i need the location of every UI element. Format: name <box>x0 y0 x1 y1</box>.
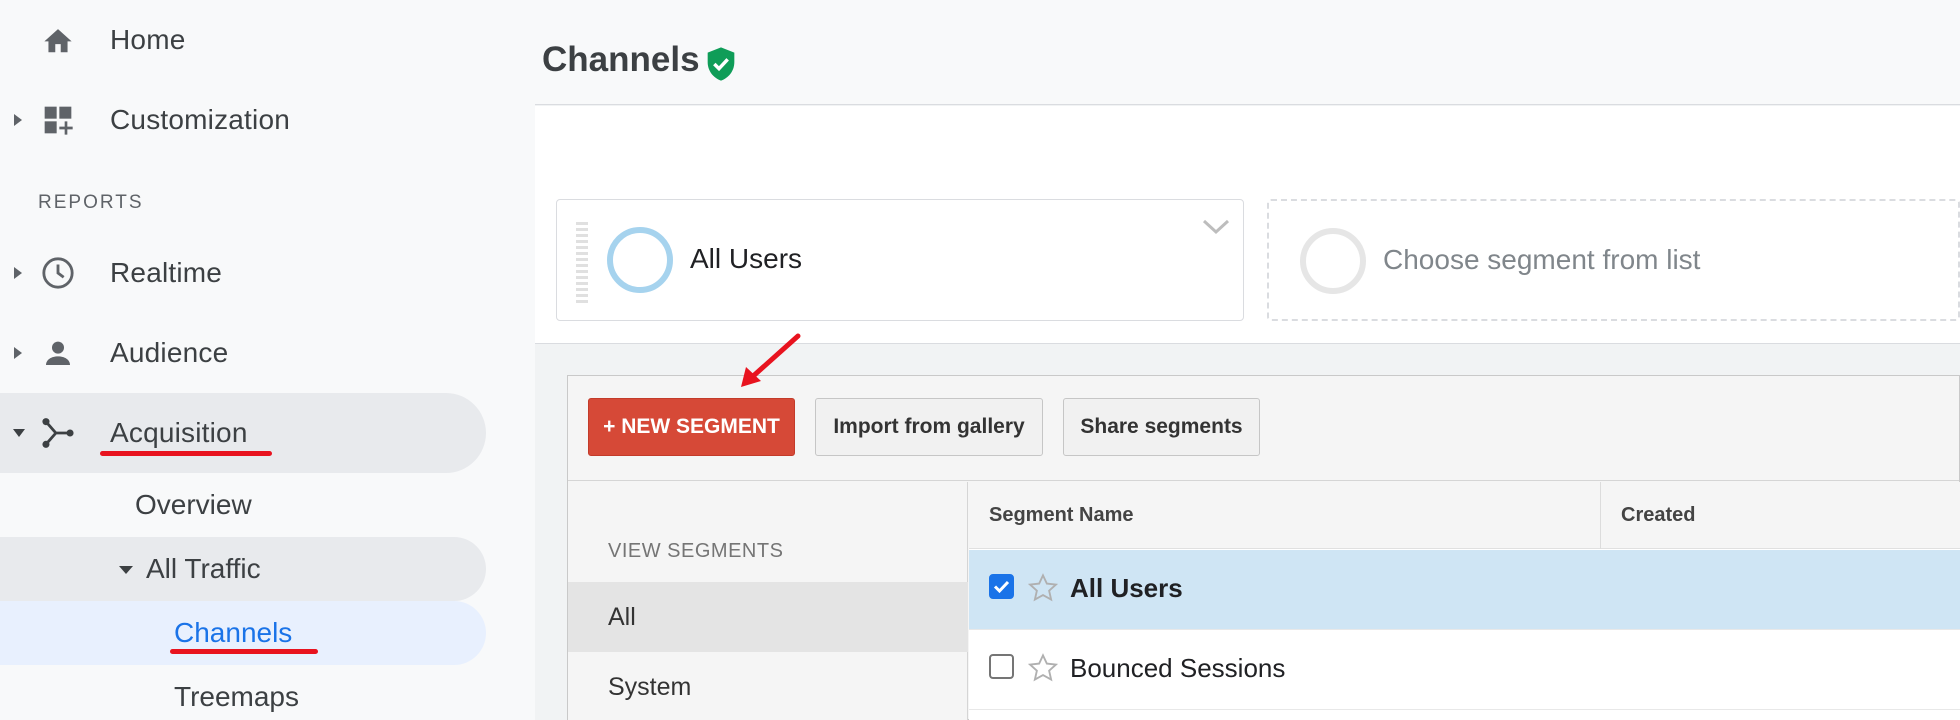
sidebar-item-label: Acquisition <box>110 417 248 448</box>
caret-right-icon <box>12 113 24 127</box>
star-icon[interactable] <box>1027 572 1059 604</box>
red-underline-annotation <box>170 649 318 654</box>
sidebar-item-label: Audience <box>110 337 229 368</box>
star-icon[interactable] <box>1027 652 1059 684</box>
segment-picker-panel: + NEW SEGMENT Import from gallery Share … <box>567 375 1960 720</box>
sidebar-item-label: Customization <box>110 104 291 135</box>
view-segments-list: VIEW SEGMENTS All System <box>568 482 968 720</box>
left-sidebar: Home Customization REPORTS Realtime Audi… <box>0 0 535 720</box>
view-segments-title: VIEW SEGMENTS <box>608 540 784 562</box>
dashboard-add-icon <box>38 100 78 140</box>
sidebar-item-realtime[interactable]: Realtime <box>0 233 486 313</box>
sidebar-item-treemaps[interactable]: Treemaps <box>174 665 299 720</box>
red-underline-annotation <box>100 451 272 456</box>
home-icon <box>38 20 78 60</box>
clock-icon <box>38 253 78 293</box>
drag-handle[interactable] <box>576 222 588 304</box>
row-checkbox[interactable] <box>989 654 1014 679</box>
column-divider <box>1600 482 1601 549</box>
caret-down-icon <box>118 563 134 581</box>
chevron-down-icon[interactable] <box>1201 216 1231 238</box>
table-header: Segment Name Created <box>969 482 1960 549</box>
segment-circle-icon <box>607 227 673 293</box>
sidebar-item-label: Home <box>110 24 186 55</box>
segment-card-all-users[interactable]: All Users <box>556 199 1244 321</box>
row-checkbox[interactable] <box>989 574 1014 599</box>
sidebar-item-all-traffic[interactable]: All Traffic <box>0 537 486 601</box>
import-from-gallery-button[interactable]: Import from gallery <box>815 398 1043 456</box>
segment-bar: All Users Choose segment from list <box>535 106 1960 344</box>
sidebar-item-label: Channels <box>174 617 293 648</box>
sidebar-item-label: Realtime <box>110 257 223 288</box>
person-icon <box>38 333 78 373</box>
column-header-created[interactable]: Created <box>1621 482 1695 549</box>
acquisition-icon <box>38 413 78 453</box>
red-arrow-annotation <box>741 333 801 387</box>
caret-right-icon <box>12 266 24 280</box>
page-header: Channels <box>535 0 1960 105</box>
sidebar-item-label: All Traffic <box>146 553 261 584</box>
view-item-all[interactable]: All <box>568 582 968 652</box>
share-segments-button[interactable]: Share segments <box>1063 398 1260 456</box>
table-row[interactable]: All Users <box>969 550 1960 630</box>
segment-card-label: All Users <box>690 243 803 274</box>
checkmark-icon <box>993 580 1010 594</box>
sidebar-item-acquisition[interactable]: Acquisition <box>0 393 486 473</box>
reports-section-title: REPORTS <box>38 192 144 213</box>
segment-card-empty[interactable]: Choose segment from list <box>1267 199 1960 321</box>
page-title: Channels <box>542 40 700 79</box>
view-item-system[interactable]: System <box>568 652 968 720</box>
segment-table: Segment Name Created All Users Bounced S… <box>969 482 1960 720</box>
caret-right-icon <box>12 346 24 360</box>
segment-placeholder: Choose segment from list <box>1383 244 1701 275</box>
segment-name[interactable]: Bounced Sessions <box>1070 653 1285 684</box>
sidebar-item-audience[interactable]: Audience <box>0 313 486 393</box>
new-segment-button[interactable]: + NEW SEGMENT <box>588 398 795 456</box>
sidebar-item-customization[interactable]: Customization <box>0 80 486 160</box>
sidebar-item-label: Treemaps <box>174 681 300 712</box>
segment-circle-icon <box>1300 228 1366 294</box>
sidebar-item-channels[interactable]: Channels <box>0 601 486 665</box>
sidebar-item-overview[interactable]: Overview <box>135 473 252 537</box>
segment-name[interactable]: All Users <box>1070 573 1183 604</box>
sidebar-item-label: Overview <box>135 489 252 520</box>
column-header-segment-name[interactable]: Segment Name <box>989 482 1134 549</box>
table-row[interactable]: Bounced Sessions <box>969 630 1960 710</box>
sidebar-item-home[interactable]: Home <box>0 0 486 80</box>
caret-down-icon <box>12 426 25 440</box>
verified-shield-icon <box>705 46 737 82</box>
